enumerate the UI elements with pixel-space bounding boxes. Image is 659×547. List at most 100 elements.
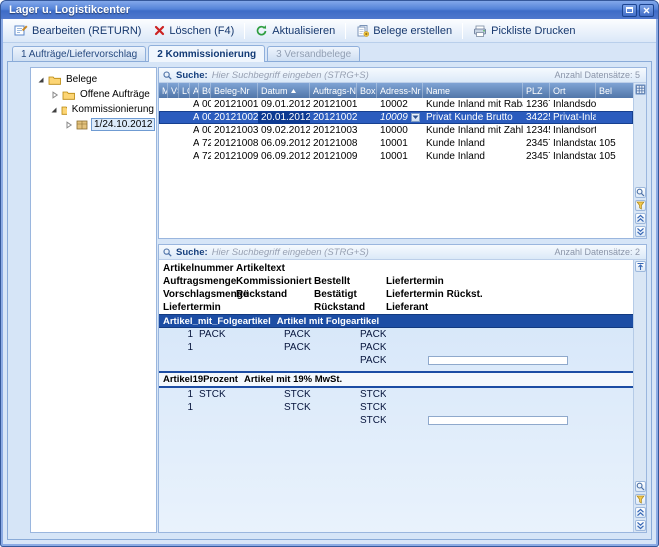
table-row[interactable]: A 72 20121008 06.09.2012 20121008 10001 … [159,137,633,150]
article-group-row[interactable]: Artikel19Prozent Artikel mit 19% MwSt. [159,371,633,388]
refresh-button[interactable]: Aktualisieren [249,21,341,41]
expand-arrow-icon[interactable] [64,121,73,129]
cell-vs [168,124,179,137]
cell-lo [179,98,190,111]
unit: STCK [360,415,386,426]
position-row[interactable]: 1 PACK PACK [159,341,633,354]
expand-arrow-icon[interactable] [50,91,59,99]
tree-item-kommissionierung[interactable]: Kommissionierung [31,102,156,117]
position-row[interactable]: STCK [159,414,633,427]
column-header-bel[interactable]: Bel [596,83,633,98]
article-number: Artikel_mit_Folgeartikel [163,316,271,327]
cell-vs [168,137,179,150]
cell-belegnr: 20121002 [211,111,258,124]
refresh-button-label: Aktualisieren [272,25,335,37]
positions-rows: Artikel_mit_Folgeartikel Artikel mit Fol… [159,314,633,532]
folder-icon [48,74,61,85]
lieferant-input[interactable] [428,416,568,425]
column-header-a[interactable]: A [190,83,199,98]
scroll-to-top-icon[interactable] [635,261,646,272]
tree-item-kommission-date[interactable]: 1/24.10.2012 [31,117,156,132]
tree-item-offene-auftraege[interactable]: Offene Aufträge [31,87,156,102]
cell-belegnr: 20121003 [211,124,258,137]
title-bar[interactable]: Lager u. Logistikcenter [1,1,658,19]
header-label-kommissioniert: Kommissioniert [236,276,314,287]
cell-ort: Inlandsort [550,124,596,137]
cell-bel: 105 [596,150,633,163]
dropdown-arrow-icon[interactable] [411,113,420,122]
column-header-belegnr[interactable]: Beleg-Nr [211,83,258,98]
print-picklist-button[interactable]: Pickliste Drucken [467,21,581,41]
page-down-icon[interactable] [635,226,646,237]
page-up-icon[interactable] [635,507,646,518]
edit-button[interactable]: Bearbeiten (RETURN) [8,21,147,41]
column-header-plz[interactable]: PLZ [523,83,550,98]
cell-bel: 105 [596,137,633,150]
column-header-bg[interactable]: BG [199,83,211,98]
cell-name: Kunde Inland [423,150,523,163]
search-label: Suche: [176,70,208,81]
window-body: Bearbeiten (RETURN) Löschen (F4) Aktuali… [3,19,656,544]
sort-ascending-icon [290,88,297,94]
lieferant-input[interactable] [428,356,568,365]
refresh-icon [255,24,268,37]
table-row[interactable]: A 00 20121001 09.01.2012 20121001 10002 … [159,98,633,111]
search-icon[interactable] [635,187,646,198]
search-icon[interactable] [635,481,646,492]
column-header-ort[interactable]: Ort [550,83,596,98]
column-header-name[interactable]: Name [423,83,523,98]
cell-name: Kunde Inland mit Zahlungskondition [423,124,523,137]
filter-icon[interactable] [635,200,646,211]
column-header-lo[interactable]: LO [179,83,190,98]
delete-button[interactable]: Löschen (F4) [148,21,240,41]
table-row-selected[interactable]: A 00 20121002 20.01.2012 20121002 10009 … [159,111,633,124]
header-label-bestaetigt: Bestätigt [314,289,386,300]
cell-adressnr-combo[interactable]: 10009 [377,111,423,124]
cell-a: A [190,98,199,111]
position-row[interactable]: 1 STCK STCK [159,401,633,414]
cell-box [357,124,377,137]
qty: 1 [163,402,193,413]
position-row[interactable]: PACK [159,354,633,367]
column-chooser-icon[interactable] [635,84,646,95]
column-header-adressnr[interactable]: Adress-Nr [377,83,423,98]
close-icon [643,7,650,14]
cell-belegnr: 20121008 [211,137,258,150]
create-documents-icon [356,24,369,37]
unit: STCK [284,389,311,400]
column-header-box[interactable]: Box [357,83,377,98]
page-up-icon[interactable] [635,213,646,224]
positions-search-input[interactable]: Hier Suchbegriff eingeben (STRG+S) [212,247,551,258]
unit: STCK [360,402,386,413]
cell-datum-editing[interactable]: 20.01.2012 [258,111,310,124]
page-down-icon[interactable] [635,520,646,531]
restore-button[interactable] [622,4,637,17]
column-header-vs[interactable]: VS [168,83,179,98]
cell-bg: 00 [199,124,211,137]
tree-item-belege[interactable]: Belege [31,72,156,87]
tab-kommissionierung[interactable]: 2 Kommissionierung [148,45,265,62]
table-row[interactable]: A 00 20121003 09.02.2012 20121003 10000 … [159,124,633,137]
header-label-liefertermin-rueckst: Liefertermin Rückst. [386,289,633,300]
unit: PACK [360,355,386,366]
column-header-auftragsnr[interactable]: Auftrags-Nr. [310,83,357,98]
create-documents-button[interactable]: Belege erstellen [350,21,458,41]
orders-search-input[interactable]: Hier Suchbegriff eingeben (STRG+S) [212,70,551,81]
edit-icon [14,24,28,37]
article-group-row[interactable]: Artikel_mit_Folgeartikel Artikel mit Fol… [159,314,633,328]
printer-icon [473,25,487,37]
position-row[interactable]: 1PACK PACK PACK [159,328,633,341]
table-row[interactable]: A 72 20121009 06.09.2012 20121009 10001 … [159,150,633,163]
column-header-m[interactable]: M [159,83,168,98]
tab-auftraege-liefervorschlag[interactable]: 1 Aufträge/Liefervorschlag [12,46,146,61]
cell-box [357,137,377,150]
window-title: Lager u. Logistikcenter [9,4,130,16]
tab-versandbelege[interactable]: 3 Versandbelege [267,46,360,61]
positions-side-toolbar [633,260,646,532]
collapse-arrow-icon[interactable] [36,76,45,84]
column-header-datum[interactable]: Datum [258,83,310,98]
filter-icon[interactable] [635,494,646,505]
position-row[interactable]: 1STCK STCK STCK [159,388,633,401]
close-button[interactable] [639,4,654,17]
collapse-arrow-icon[interactable] [50,106,58,114]
